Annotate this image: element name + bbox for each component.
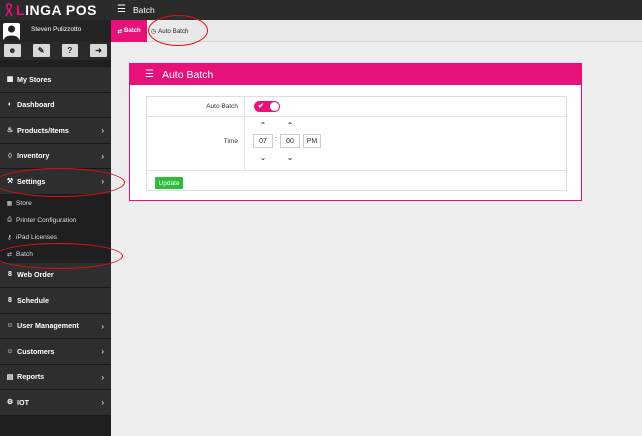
- subtab-bar: ⇄ Batch ◷ Auto Batch: [111, 20, 642, 42]
- users-icon: ☺: [6, 322, 14, 330]
- chevron-right-icon: ›: [101, 321, 104, 331]
- logout-icon[interactable]: ➜: [90, 44, 107, 57]
- store-icon: ▦: [6, 200, 13, 207]
- update-button[interactable]: Update: [155, 177, 183, 189]
- chevron-right-icon: ›: [101, 177, 104, 186]
- ribbon-icon: [5, 3, 13, 17]
- avatar[interactable]: [3, 23, 20, 40]
- chevron-right-icon: ›: [101, 372, 104, 382]
- minute-down-chevron-icon[interactable]: ⌄: [283, 151, 297, 163]
- sidebar-subitem-batch[interactable]: ⇄ Batch: [0, 245, 111, 263]
- sidebar-subitem-ipad-licenses[interactable]: ⚷ iPad Licenses: [0, 228, 111, 246]
- hour-up-chevron-icon[interactable]: ⌃: [256, 119, 270, 131]
- time-separator: :: [275, 136, 277, 143]
- tab-auto-batch[interactable]: ◷ Auto Batch: [151, 20, 188, 42]
- iot-icon: ⚙: [6, 399, 14, 407]
- schedule-icon: 8: [8, 296, 12, 304]
- sidebar-subitem-printer[interactable]: ⎙ Printer Configuration: [0, 211, 111, 229]
- sidebar-item-customers[interactable]: ☺ Customers ›: [0, 339, 111, 365]
- hamburger-menu-icon[interactable]: ☰: [117, 5, 126, 15]
- customers-icon: ☺: [6, 347, 14, 355]
- sidebar-item-web-order[interactable]: 8 Web Order: [0, 262, 111, 288]
- chevron-right-icon: ›: [101, 126, 104, 135]
- chevron-right-icon: ›: [101, 398, 104, 407]
- label-column: Auto Batch Time: [147, 97, 245, 171]
- card-title: Auto Batch: [161, 68, 214, 81]
- store-icon: ▦: [6, 76, 14, 84]
- sidebar-item-settings[interactable]: ⚒ Settings ›: [0, 169, 111, 195]
- sidebar-item-schedule[interactable]: 8 Schedule: [0, 288, 111, 314]
- sidebar-item-dashboard[interactable]: ◐ Dashboard: [0, 92, 111, 118]
- clock-icon: ◷: [151, 27, 159, 35]
- dashboard-icon: ◐: [7, 101, 13, 109]
- logo-text: LINGA POS: [16, 2, 97, 18]
- minute-up-chevron-icon[interactable]: ⌃: [283, 119, 297, 131]
- batch-icon: ⇄: [117, 28, 125, 35]
- period-toggle[interactable]: PM: [303, 134, 321, 148]
- products-icon: ♨: [6, 127, 14, 135]
- reports-icon: ▤: [6, 373, 14, 381]
- check-icon: ✔: [258, 103, 264, 110]
- settings-icon: ⚒: [6, 178, 14, 186]
- page-title: Batch: [133, 5, 155, 15]
- minute-input[interactable]: 00: [280, 134, 300, 148]
- auto-batch-card: ☰ Auto Batch ⌃ 07 ⌄ : ⌃ 00 ⌄ PM Auto Bat…: [129, 63, 582, 201]
- sidebar-item-my-stores[interactable]: ▦ My Stores: [0, 67, 111, 93]
- user-profile: Steven Pulizzotto: [0, 20, 111, 42]
- brush-icon[interactable]: ✎: [32, 44, 50, 57]
- batch-icon: ⇄: [6, 251, 13, 258]
- hour-down-chevron-icon[interactable]: ⌄: [256, 151, 270, 163]
- auto-batch-form: ⌃ 07 ⌄ : ⌃ 00 ⌄ PM Auto Batch Time ✔ Upd…: [146, 96, 567, 191]
- user-actions: ☻ ✎ ? ➜: [0, 42, 111, 60]
- sidebar-item-reports[interactable]: ▤ Reports ›: [0, 364, 111, 390]
- auto-batch-label: Auto Batch: [206, 103, 238, 110]
- sidebar-item-products[interactable]: ♨ Products/Items ›: [0, 118, 111, 144]
- card-header: ☰ Auto Batch: [130, 64, 581, 85]
- top-bar: LINGA POS ☰ Batch: [0, 0, 642, 20]
- user-name: Steven Pulizzotto: [31, 26, 82, 33]
- inventory-icon: ♢: [6, 152, 14, 160]
- chevron-right-icon: ›: [101, 347, 104, 356]
- hour-input[interactable]: 07: [253, 134, 273, 148]
- printer-icon: ⎙: [7, 216, 12, 223]
- tab-batch[interactable]: ⇄ Batch: [111, 20, 147, 42]
- sidebar-subitem-store[interactable]: ▦ Store: [0, 194, 111, 212]
- web-order-icon: 8: [8, 271, 12, 279]
- auto-batch-toggle[interactable]: ✔: [254, 101, 280, 112]
- key-icon: ⚷: [7, 234, 12, 241]
- sidebar-item-iot[interactable]: ⚙ IOT ›: [0, 390, 111, 416]
- user-icon[interactable]: ☻: [4, 44, 21, 57]
- time-label: Time: [223, 138, 238, 145]
- toggle-knob: [270, 102, 279, 111]
- list-icon: ☰: [145, 69, 154, 80]
- help-icon[interactable]: ?: [61, 44, 79, 57]
- sidebar-item-user-management[interactable]: ☺ User Management ›: [0, 313, 111, 339]
- chevron-right-icon: ›: [101, 151, 104, 161]
- sidebar-item-inventory[interactable]: ♢ Inventory ›: [0, 143, 111, 169]
- sidebar: Steven Pulizzotto ☻ ✎ ? ➜ ▦ My Stores ◐ …: [0, 20, 111, 436]
- linga-pos-logo[interactable]: LINGA POS: [4, 2, 97, 18]
